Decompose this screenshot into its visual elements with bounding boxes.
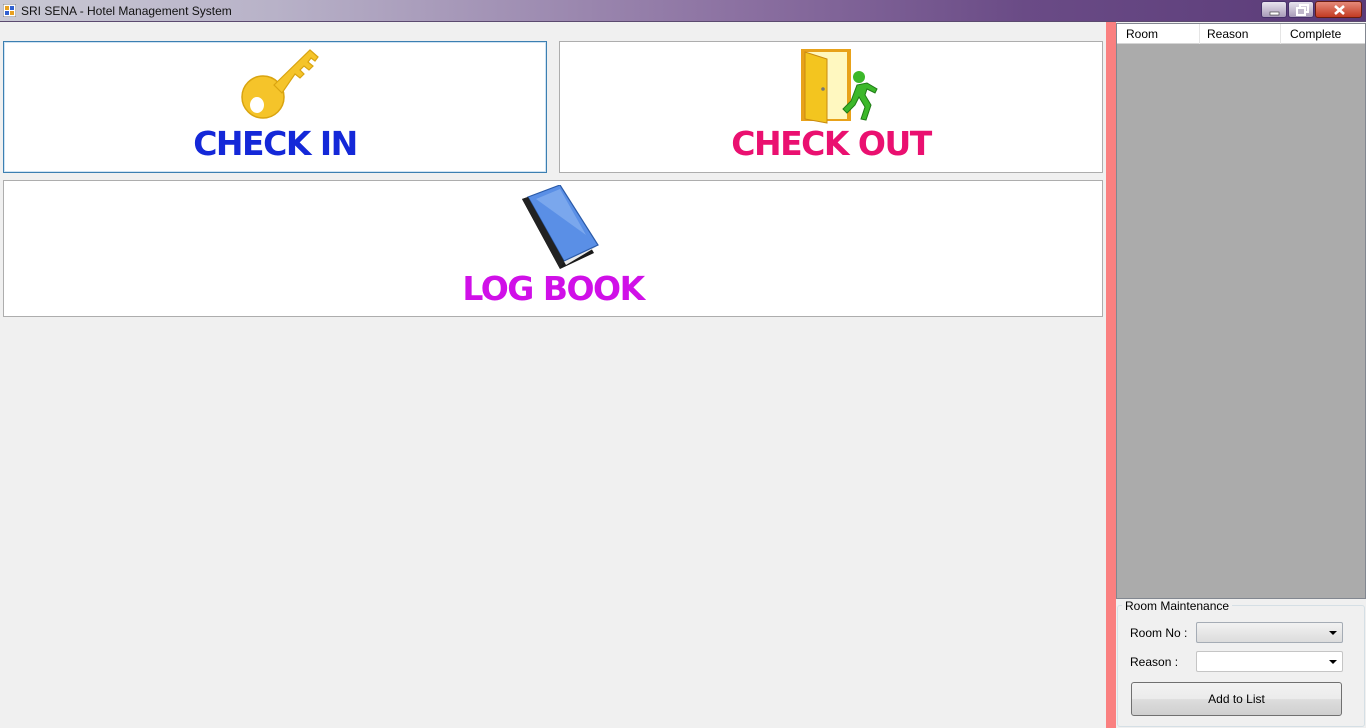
minimize-icon <box>1269 11 1280 16</box>
check-in-button[interactable]: CHECK IN <box>3 41 547 173</box>
side-divider <box>1106 22 1116 728</box>
minimize-button[interactable] <box>1261 1 1287 18</box>
restore-icon <box>1296 4 1309 16</box>
reason-label: Reason : <box>1130 655 1179 669</box>
list-header: Room Reason Complete <box>1117 24 1365 44</box>
check-out-label: CHECK OUT <box>731 124 932 163</box>
room-no-dropdown[interactable] <box>1196 622 1343 643</box>
maintenance-list[interactable]: Room Reason Complete <box>1116 23 1366 599</box>
chevron-down-icon <box>1329 631 1337 635</box>
book-icon <box>522 185 599 269</box>
column-header-reason[interactable]: Reason <box>1198 24 1281 44</box>
close-icon <box>1334 5 1345 15</box>
reason-dropdown[interactable] <box>1196 651 1343 672</box>
log-book-button[interactable]: LOG BOOK <box>3 180 1103 317</box>
add-to-list-button[interactable]: Add to List <box>1131 682 1342 716</box>
log-book-label: LOG BOOK <box>462 269 645 308</box>
window-title: SRI SENA - Hotel Management System <box>21 4 232 18</box>
title-bar[interactable]: SRI SENA - Hotel Management System <box>0 0 1366 22</box>
app-icon <box>3 4 16 17</box>
room-maintenance-title: Room Maintenance <box>1122 599 1233 613</box>
restore-button[interactable] <box>1288 1 1314 18</box>
check-in-label: CHECK IN <box>193 124 358 163</box>
column-header-room[interactable]: Room <box>1117 24 1200 44</box>
key-icon <box>241 49 319 119</box>
exit-door-icon <box>801 49 878 124</box>
chevron-down-icon <box>1329 660 1337 664</box>
column-header-complete[interactable]: Complete <box>1281 24 1366 44</box>
close-button[interactable] <box>1315 1 1362 18</box>
room-no-label: Room No : <box>1130 626 1188 640</box>
check-out-button[interactable]: CHECK OUT <box>559 41 1103 173</box>
